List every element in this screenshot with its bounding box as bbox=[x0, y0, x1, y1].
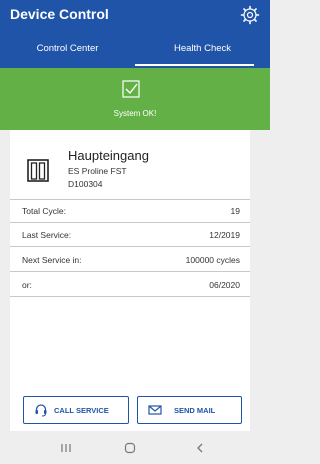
checkbox-check-icon bbox=[122, 80, 140, 98]
phone-headset-icon bbox=[35, 404, 47, 417]
divider bbox=[10, 199, 250, 200]
device-model: ES Proline FST bbox=[68, 166, 127, 176]
divider bbox=[10, 296, 250, 297]
send-mail-button[interactable]: SEND MAIL bbox=[137, 396, 242, 424]
call-service-button[interactable]: CALL SERVICE bbox=[23, 396, 129, 424]
row-label-last-service: Last Service: bbox=[22, 230, 72, 240]
nav-back-icon[interactable] bbox=[193, 441, 207, 455]
status-banner: System OK! bbox=[0, 68, 270, 130]
divider bbox=[10, 271, 250, 272]
call-service-label: CALL SERVICE bbox=[54, 406, 109, 415]
send-mail-label: SEND MAIL bbox=[174, 406, 216, 415]
mail-icon bbox=[148, 405, 162, 415]
active-tab-indicator bbox=[135, 64, 254, 66]
row-label-next-service: Next Service in: bbox=[22, 255, 82, 265]
app-title: Device Control bbox=[10, 6, 109, 22]
nav-recents-icon[interactable] bbox=[59, 441, 73, 455]
device-name: Haupteingang bbox=[68, 148, 149, 163]
divider bbox=[10, 246, 250, 247]
divider bbox=[10, 222, 250, 223]
row-value-or: 06/2020 bbox=[209, 280, 240, 290]
door-icon bbox=[27, 159, 49, 182]
row-value-next-service: 100000 cycles bbox=[185, 255, 240, 265]
nav-home-icon[interactable] bbox=[123, 441, 137, 455]
row-label-total-cycle: Total Cycle: bbox=[22, 206, 66, 216]
tab-health-check[interactable]: Health Check bbox=[135, 43, 270, 54]
tab-control-center[interactable]: Control Center bbox=[0, 43, 135, 54]
row-value-last-service: 12/2019 bbox=[209, 230, 240, 240]
system-nav-bar bbox=[0, 431, 270, 464]
status-text: System OK! bbox=[113, 109, 157, 118]
device-id: D100304 bbox=[68, 179, 103, 189]
row-label-or: or: bbox=[22, 280, 32, 290]
settings-gear-icon[interactable] bbox=[240, 5, 260, 25]
app-bar: Device Control Control Center Health Che… bbox=[0, 0, 270, 68]
row-value-total-cycle: 19 bbox=[230, 206, 240, 216]
